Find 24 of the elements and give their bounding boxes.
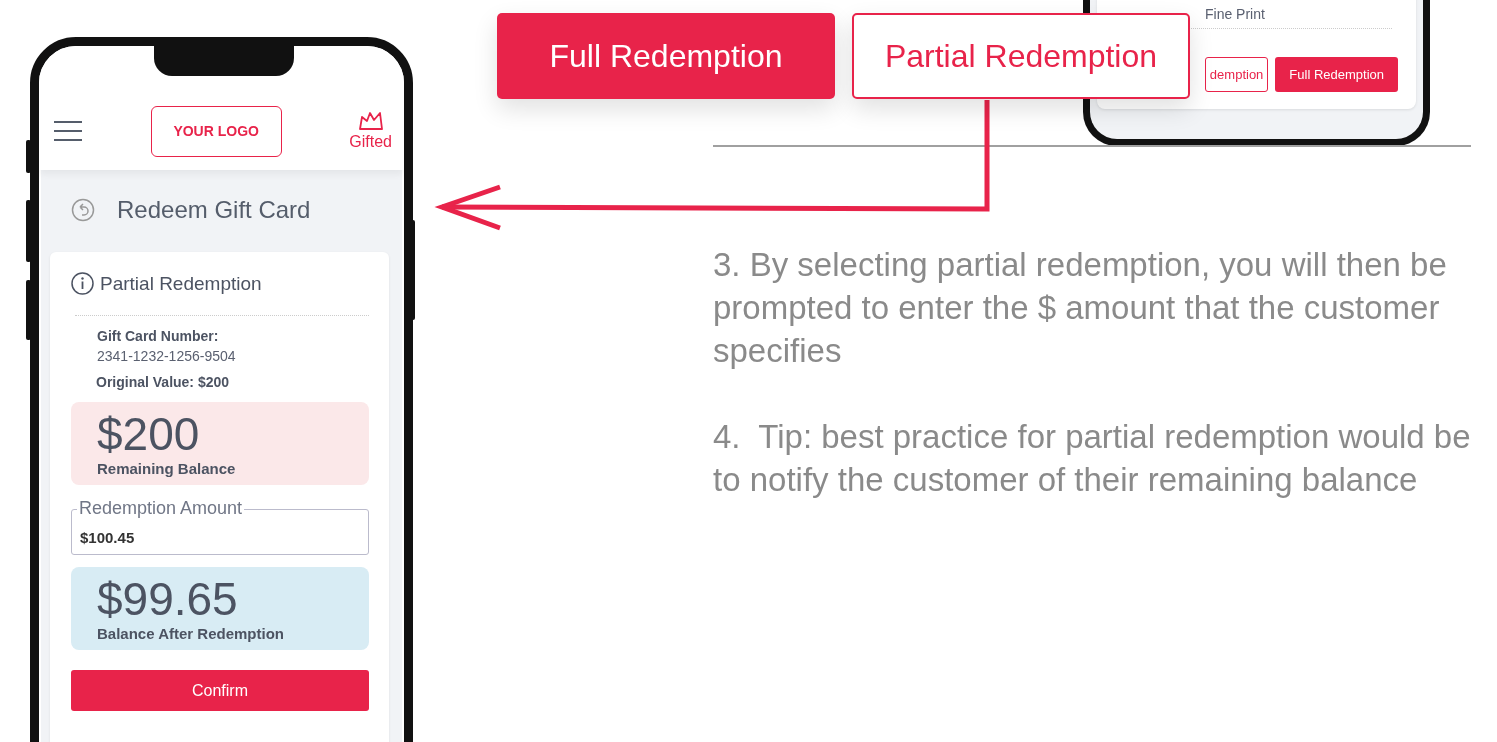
brand-name: Gifted	[349, 133, 392, 151]
card-title: Partial Redemption	[100, 272, 262, 295]
redemption-button[interactable]: Full Redemption	[1275, 57, 1398, 92]
instruction-text: 3. By selecting partial redemption, you will then be prompted to enter the $ amount that the customer specifies	[713, 245, 1448, 371]
card-number-label: Gift Card Number:	[97, 328, 220, 344]
page-title: Redeem Gift Card	[117, 196, 311, 224]
info-icon	[71, 272, 94, 295]
redemption-button[interactable]: demption	[1204, 57, 1269, 92]
crown-icon	[357, 111, 384, 131]
redemption-button[interactable]: Partial Redemption	[852, 13, 1190, 99]
card-number: 2341-1232-1256-9504	[97, 348, 237, 364]
balance-label: Balance After Redemption	[97, 625, 285, 642]
logo[interactable]: YOUR LOGO	[150, 105, 282, 157]
menu-icon[interactable]	[53, 120, 83, 142]
confirm-button[interactable]: Confirm	[71, 670, 369, 711]
balance-amount: $200	[97, 408, 201, 460]
original-value: Original Value: $200	[96, 374, 231, 390]
back-icon[interactable]	[71, 198, 95, 222]
balance-label: Remaining Balance	[97, 460, 237, 477]
field-label: Redemption Amount	[77, 498, 245, 518]
balance-amount: $99.65	[97, 573, 239, 625]
redemption-button[interactable]: Full Redemption	[497, 13, 835, 99]
fine-print-link[interactable]: Fine Print	[1205, 6, 1265, 22]
instruction-text: 4. Tip: best practice for partial redemption would be to notify the customer of their remaining balance	[713, 417, 1472, 500]
